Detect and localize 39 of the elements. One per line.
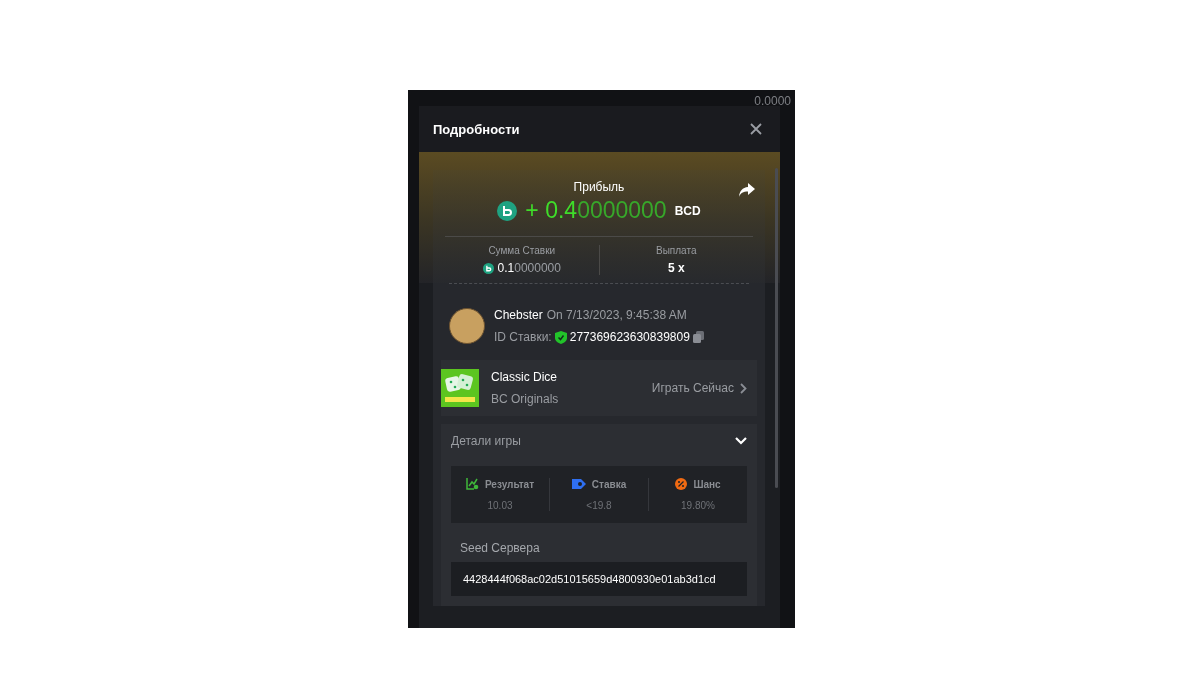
chevron-right-icon [740, 382, 747, 394]
payout-value: 5 x [667, 261, 685, 275]
bet-amount-value: 0.10000000 [497, 261, 561, 275]
game-details-toggle[interactable]: Детали игры [451, 424, 747, 458]
tag-icon [571, 478, 586, 490]
stat-label: Шанс [693, 478, 721, 490]
stat-label: Ставка [591, 478, 627, 490]
close-icon [750, 123, 762, 135]
stat-label: Результат [484, 478, 535, 490]
server-seed-field[interactable]: 4428444f068ac02d51015659d4800930e01ab3d1cd [451, 562, 747, 596]
coin-icon [482, 262, 494, 274]
chevron-icon [735, 437, 747, 445]
close-button[interactable] [748, 121, 764, 137]
chart-icon [465, 478, 479, 490]
copy-icon[interactable] [692, 331, 704, 343]
stat-value: 10.03 [487, 500, 513, 511]
server-seed-label: Seed Сервера [460, 541, 541, 555]
player-name[interactable]: Chebster [494, 308, 543, 322]
bet-amount-label: Сумма Ставки [488, 245, 556, 256]
bet-date: On 7/13/2023, 9:45:38 AM [546, 308, 687, 322]
game-provider: BC Originals [491, 392, 560, 406]
stat-value: 19.80% [681, 500, 715, 511]
coin-icon [497, 200, 518, 221]
profit-amount: + 0.40000000 [525, 197, 667, 224]
avatar [449, 308, 485, 344]
play-now-link[interactable]: Играть Сейчас [651, 381, 734, 395]
share-icon [739, 183, 755, 197]
modal-title: Подробности [433, 121, 520, 137]
bet-id: 277369623630839809 [569, 330, 690, 344]
dice-thumbnail [441, 369, 479, 407]
currency-code: BCD [674, 203, 701, 218]
profit-label: Прибыль [573, 180, 625, 194]
balance-text: 0.0000 [754, 94, 791, 108]
stat-value: <19.8 [586, 500, 612, 511]
share-button[interactable] [739, 183, 755, 197]
bet-id-label: ID Ставки: [494, 330, 552, 344]
payout-label: Выплата [656, 245, 697, 256]
percent-icon [675, 478, 688, 490]
game-name: Classic Dice [491, 370, 558, 384]
